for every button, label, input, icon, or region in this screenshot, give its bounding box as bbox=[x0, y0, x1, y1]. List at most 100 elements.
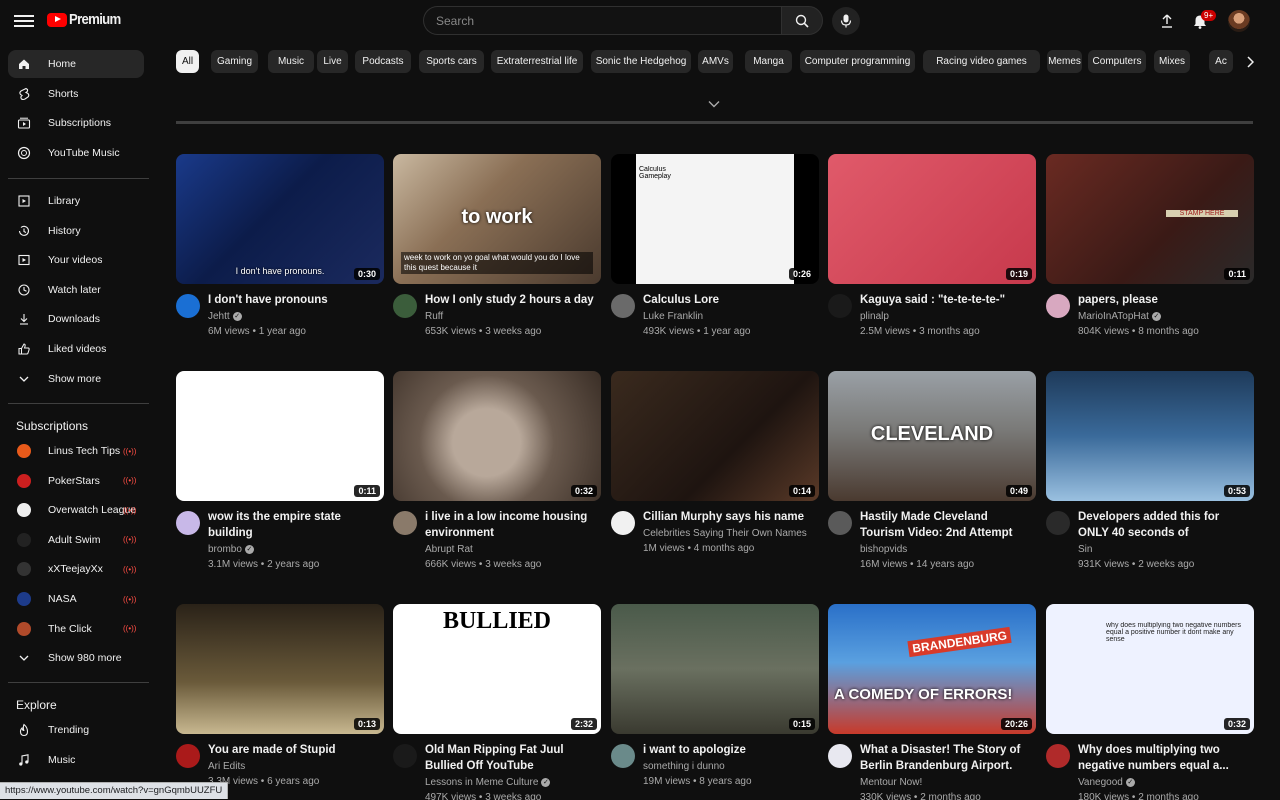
video-title[interactable]: i live in a low income housing environme… bbox=[425, 509, 595, 541]
video-title[interactable]: Why does multiplying two negative number… bbox=[1078, 742, 1248, 774]
video-thumbnail[interactable]: 0:14 bbox=[611, 371, 819, 501]
subscription-linus-tech-tips[interactable]: Linus Tech Tips ((•)) bbox=[8, 437, 144, 465]
channel-name[interactable]: something i dunno bbox=[643, 759, 819, 774]
video-thumbnail[interactable]: to work week to work on yo goal what woul… bbox=[393, 154, 601, 284]
sidebar-item-shorts[interactable]: Shorts bbox=[8, 80, 144, 108]
expand-feed-button[interactable] bbox=[704, 96, 724, 112]
channel-avatar[interactable] bbox=[611, 511, 635, 535]
channel-name[interactable]: plinalp bbox=[860, 309, 1036, 324]
channel-avatar[interactable] bbox=[1046, 511, 1070, 535]
video-thumbnail[interactable]: 0:32 bbox=[393, 371, 601, 501]
video-thumbnail[interactable]: 0:53 bbox=[1046, 371, 1254, 501]
sidebar-item-downloads[interactable]: Downloads bbox=[8, 305, 144, 333]
sidebar-item-history[interactable]: History bbox=[8, 217, 144, 245]
chips-next-button[interactable] bbox=[1241, 52, 1259, 72]
subscription-nasa[interactable]: NASA ((•)) bbox=[8, 585, 144, 613]
sidebar-item-watch-later[interactable]: Watch later bbox=[8, 276, 144, 304]
chip-sports-cars[interactable]: Sports cars bbox=[419, 50, 484, 73]
video-thumbnail[interactable]: why does multiplying two negative number… bbox=[1046, 604, 1254, 734]
channel-name[interactable]: bishopvids bbox=[860, 542, 1036, 557]
chip-live[interactable]: Live bbox=[317, 50, 348, 73]
menu-icon[interactable] bbox=[14, 13, 34, 29]
video-title[interactable]: What a Disaster! The Story of Berlin Bra… bbox=[860, 742, 1030, 774]
search-button[interactable] bbox=[781, 6, 823, 35]
video-thumbnail[interactable]: Calculus Gameplay 0:26 bbox=[611, 154, 819, 284]
video-title[interactable]: Kaguya said : "te-te-te-te-" bbox=[860, 292, 1030, 308]
chip-extraterrestrial-life[interactable]: Extraterrestrial life bbox=[491, 50, 583, 73]
channel-name[interactable]: Vanegood ✓ bbox=[1078, 775, 1254, 790]
video-thumbnail[interactable]: 0:19 bbox=[828, 154, 1036, 284]
voice-search-button[interactable] bbox=[832, 7, 860, 35]
video-title[interactable]: How I only study 2 hours a day bbox=[425, 292, 595, 308]
channel-name[interactable]: Luke Franklin bbox=[643, 309, 819, 324]
video-thumbnail[interactable]: STAMP HERE 0:11 bbox=[1046, 154, 1254, 284]
video-title[interactable]: Hastily Made Cleveland Tourism Video: 2n… bbox=[860, 509, 1030, 541]
channel-name[interactable]: brombo ✓ bbox=[208, 542, 384, 557]
chip-mixes[interactable]: Mixes bbox=[1154, 50, 1190, 73]
video-thumbnail[interactable]: 0:11 bbox=[176, 371, 384, 501]
sidebar-item-subscriptions[interactable]: Subscriptions bbox=[8, 109, 144, 137]
subscription-pokerstars[interactable]: PokerStars ((•)) bbox=[8, 467, 144, 495]
chip-podcasts[interactable]: Podcasts bbox=[355, 50, 411, 73]
subscription-xxteejayxx[interactable]: xXTeejayXx ((•)) bbox=[8, 555, 144, 583]
channel-avatar[interactable] bbox=[176, 511, 200, 535]
channel-name[interactable]: Ruff bbox=[425, 309, 601, 324]
chip-all[interactable]: All bbox=[176, 50, 199, 73]
chip-sonic-the-hedgehog[interactable]: Sonic the Hedgehog bbox=[591, 50, 691, 73]
sidebar-item-library[interactable]: Library bbox=[8, 187, 144, 215]
channel-name[interactable]: Lessons in Meme Culture ✓ bbox=[425, 775, 601, 790]
video-thumbnail[interactable]: CLEVELAND 0:49 bbox=[828, 371, 1036, 501]
sidebar-item-home[interactable]: Home bbox=[8, 50, 144, 78]
sidebar-explore-trending[interactable]: Trending bbox=[8, 716, 144, 744]
channel-avatar[interactable] bbox=[176, 294, 200, 318]
video-thumbnail[interactable]: I don't have pronouns. 0:30 bbox=[176, 154, 384, 284]
chip-amvs[interactable]: AMVs bbox=[698, 50, 733, 73]
channel-avatar[interactable] bbox=[176, 744, 200, 768]
video-title[interactable]: wow its the empire state building bbox=[208, 509, 378, 541]
video-thumbnail[interactable]: 0:13 bbox=[176, 604, 384, 734]
channel-avatar[interactable] bbox=[828, 511, 852, 535]
channel-avatar[interactable] bbox=[1046, 294, 1070, 318]
video-title[interactable]: papers, please bbox=[1078, 292, 1248, 308]
channel-name[interactable]: Jehtt ✓ bbox=[208, 309, 384, 324]
video-title[interactable]: i want to apologize bbox=[643, 742, 813, 758]
chip-gaming[interactable]: Gaming bbox=[211, 50, 258, 73]
chip-memes[interactable]: Memes bbox=[1047, 50, 1082, 73]
video-title[interactable]: Cillian Murphy says his name bbox=[643, 509, 813, 525]
sidebar-explore-music[interactable]: Music bbox=[8, 746, 144, 774]
sidebar-item-show-more[interactable]: Show more bbox=[8, 365, 144, 393]
channel-name[interactable]: Mentour Now! bbox=[860, 775, 1036, 790]
chip-computers[interactable]: Computers bbox=[1088, 50, 1146, 73]
chip-ac[interactable]: Ac bbox=[1209, 50, 1233, 73]
channel-name[interactable]: MarioInATopHat ✓ bbox=[1078, 309, 1254, 324]
account-avatar[interactable] bbox=[1228, 10, 1250, 32]
channel-name[interactable]: Sin bbox=[1078, 542, 1254, 557]
channel-avatar[interactable] bbox=[393, 744, 417, 768]
video-title[interactable]: I don't have pronouns bbox=[208, 292, 378, 308]
sidebar-item-liked-videos[interactable]: Liked videos bbox=[8, 335, 144, 363]
video-title[interactable]: You are made of Stupid bbox=[208, 742, 378, 758]
subscription-the-click[interactable]: The Click ((•)) bbox=[8, 615, 144, 643]
upload-button[interactable] bbox=[1156, 10, 1178, 32]
youtube-logo[interactable]: Premium bbox=[47, 11, 128, 28]
video-title[interactable]: Developers added this for ONLY 40 second… bbox=[1078, 509, 1248, 541]
channel-name[interactable]: Celebrities Saying Their Own Names bbox=[643, 526, 819, 541]
video-title[interactable]: Old Man Ripping Fat Juul Bullied Off You… bbox=[425, 742, 595, 774]
video-thumbnail[interactable]: BULLIED 2:32 bbox=[393, 604, 601, 734]
show-more-subscriptions[interactable]: Show 980 more bbox=[8, 644, 144, 672]
video-title[interactable]: Calculus Lore bbox=[643, 292, 813, 308]
channel-name[interactable]: Abrupt Rat bbox=[425, 542, 601, 557]
sidebar-item-your-videos[interactable]: Your videos bbox=[8, 246, 144, 274]
channel-avatar[interactable] bbox=[393, 511, 417, 535]
chip-racing-video-games[interactable]: Racing video games bbox=[923, 50, 1040, 73]
chip-manga[interactable]: Manga bbox=[745, 50, 792, 73]
channel-avatar[interactable] bbox=[611, 294, 635, 318]
chip-music[interactable]: Music bbox=[268, 50, 314, 73]
channel-avatar[interactable] bbox=[393, 294, 417, 318]
channel-avatar[interactable] bbox=[828, 294, 852, 318]
channel-avatar[interactable] bbox=[828, 744, 852, 768]
channel-avatar[interactable] bbox=[1046, 744, 1070, 768]
subscription-overwatch-league[interactable]: Overwatch League ((•)) bbox=[8, 496, 144, 524]
channel-name[interactable]: Ari Edits bbox=[208, 759, 384, 774]
subscription-adult-swim[interactable]: Adult Swim ((•)) bbox=[8, 526, 144, 554]
